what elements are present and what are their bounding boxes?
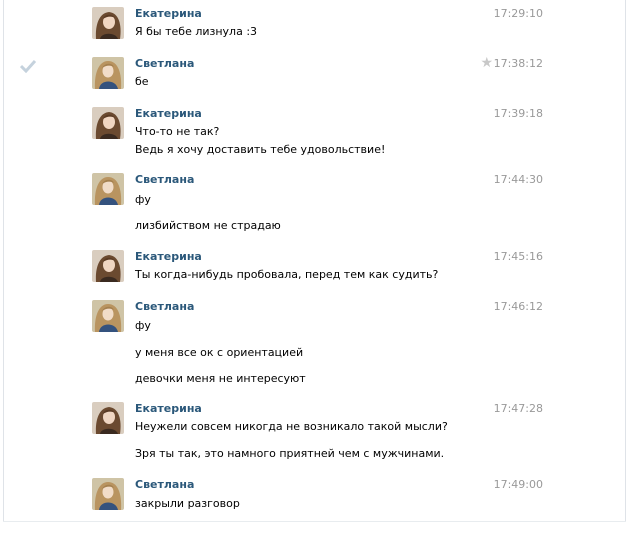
message-author[interactable]: Светлана xyxy=(135,57,194,71)
message-text: фу xyxy=(135,193,151,206)
checkmark-icon[interactable] xyxy=(20,59,36,73)
message-time: 17:29:10 xyxy=(493,7,543,20)
message-item[interactable]: Светлана 17:49:00 закрыли разговор xyxy=(4,478,625,514)
avatar-ekaterina[interactable] xyxy=(92,402,124,434)
message-item[interactable]: Светлана ★ 17:38:12 бе xyxy=(4,56,625,91)
panel-right-border xyxy=(625,0,626,522)
message-time: 17:39:18 xyxy=(493,107,543,120)
message-author[interactable]: Светлана xyxy=(135,300,194,314)
message-author[interactable]: Екатерина xyxy=(135,402,202,416)
message-time: 17:49:00 xyxy=(493,478,543,491)
avatar-ekaterina[interactable] xyxy=(92,250,124,282)
message-time: 17:45:16 xyxy=(493,250,543,263)
message-text: девочки меня не интересуют xyxy=(135,372,306,385)
avatar-ekaterina[interactable] xyxy=(92,107,124,139)
message-item[interactable]: Светлана 17:44:30 фу лизбийством не стра… xyxy=(4,173,625,233)
message-text: закрыли разговор xyxy=(135,497,240,510)
message-time: 17:46:12 xyxy=(493,300,543,313)
message-text: бе xyxy=(135,75,149,88)
avatar-svetlana[interactable] xyxy=(92,173,124,205)
message-author[interactable]: Екатерина xyxy=(135,107,202,121)
message-author[interactable]: Светлана xyxy=(135,478,194,492)
message-author[interactable]: Екатерина xyxy=(135,7,202,21)
message-item[interactable]: Екатерина 17:47:28 Неужели совсем никогд… xyxy=(4,402,625,464)
message-text: у меня все ок с ориентацией xyxy=(135,346,304,359)
message-text: Зря ты так, это намного приятней чем с м… xyxy=(135,447,445,460)
message-item[interactable]: Екатерина 17:29:10 Я бы тебе лизнула :3 xyxy=(4,7,625,41)
message-text: Неужели совсем никогда не возникало тако… xyxy=(135,420,448,433)
message-time: 17:38:12 xyxy=(493,57,543,70)
message-author[interactable]: Светлана xyxy=(135,173,194,187)
message-text: фу xyxy=(135,319,151,332)
message-text: Ведь я хочу доставить тебе удовольствие! xyxy=(135,143,386,156)
panel-bottom-border xyxy=(3,521,626,522)
star-icon[interactable]: ★ xyxy=(480,56,493,70)
avatar-svetlana[interactable] xyxy=(92,57,124,89)
avatar-svetlana[interactable] xyxy=(92,478,124,510)
avatar-ekaterina[interactable] xyxy=(92,7,124,39)
message-time: 17:44:30 xyxy=(493,173,543,186)
message-item[interactable]: Екатерина 17:45:16 Ты когда-нибудь пробо… xyxy=(4,250,625,284)
message-text: Что-то не так? xyxy=(135,125,220,138)
message-item[interactable]: Екатерина 17:39:18 Что-то не так? Ведь я… xyxy=(4,107,625,157)
message-history-panel: Екатерина 17:29:10 Я бы тебе лизнула :3 … xyxy=(0,0,631,533)
message-item[interactable]: Светлана 17:46:12 фу у меня все ок с ори… xyxy=(4,300,625,388)
message-text: Ты когда-нибудь пробовала, перед тем как… xyxy=(135,268,439,281)
message-text: лизбийством не страдаю xyxy=(135,219,281,232)
message-time: 17:47:28 xyxy=(493,402,543,415)
message-text: Я бы тебе лизнула :3 xyxy=(135,25,258,38)
message-author[interactable]: Екатерина xyxy=(135,250,202,264)
avatar-svetlana[interactable] xyxy=(92,300,124,332)
